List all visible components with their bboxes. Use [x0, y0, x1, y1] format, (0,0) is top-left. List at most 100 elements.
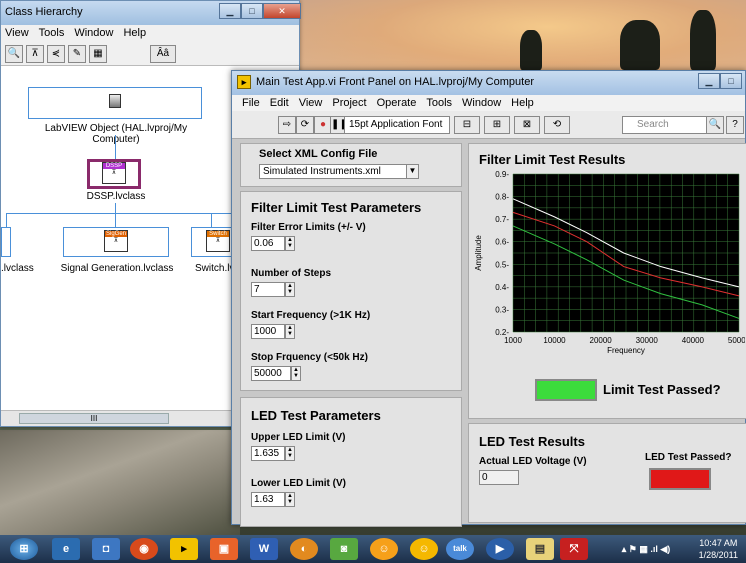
node-root[interactable]: [28, 87, 202, 119]
menu-window[interactable]: Window: [74, 27, 113, 40]
menu-help[interactable]: Help: [511, 97, 534, 109]
close-button[interactable]: ✕: [263, 3, 301, 19]
zoom-icon[interactable]: 🔍: [5, 44, 23, 63]
switch-icon-text: Switch: [207, 231, 229, 237]
presentation-icon[interactable]: ▣: [210, 538, 238, 560]
firefox-icon[interactable]: ◐: [290, 538, 318, 560]
minimize-button[interactable]: ▁: [698, 73, 720, 89]
outlook-icon[interactable]: ◘: [92, 538, 120, 560]
steps-spinner[interactable]: ▲ ▼: [285, 282, 295, 297]
tree-connector: [211, 213, 212, 227]
desktop-road: [0, 430, 240, 535]
font-select[interactable]: 15pt Application Font: [344, 116, 450, 134]
dssp-class-icon: DSSP ⊼: [102, 162, 126, 184]
y-tick-label: 0.9-: [495, 170, 509, 179]
led-results-panel: LED Test Results Actual LED Voltage (V) …: [468, 423, 746, 523]
acrobat-icon[interactable]: ⤧: [560, 538, 588, 560]
minimize-button[interactable]: ▁: [219, 3, 241, 19]
chevron-down-icon[interactable]: ▼: [406, 165, 418, 178]
menu-project[interactable]: Project: [332, 97, 366, 109]
scrollbar-thumb[interactable]: III: [19, 413, 169, 424]
steps-input[interactable]: 7: [251, 282, 285, 297]
lower-led-spinner[interactable]: ▲ ▼: [285, 492, 295, 507]
labview-object-icon: [109, 94, 121, 108]
stop-frequency-input[interactable]: 50000: [251, 366, 291, 381]
class-hierarchy-titlebar[interactable]: Class Hierarchy ▁ □ ✕: [1, 1, 301, 25]
upper-led-input[interactable]: 1.635: [251, 446, 285, 461]
filter-chart[interactable]: 0.2-0.3-0.4-0.5-0.6-0.7-0.8-0.9-1000 1000…: [469, 170, 745, 380]
clock[interactable]: 10:47 AM 1/28/2011: [699, 537, 738, 561]
redo-layout-icon[interactable]: ⋞: [47, 44, 65, 63]
menu-tools[interactable]: Tools: [39, 27, 65, 40]
config-panel: Select XML Config File Simulated Instrum…: [240, 143, 462, 187]
led-results-title: LED Test Results: [479, 434, 585, 449]
lower-led-input[interactable]: 1.63: [251, 492, 285, 507]
desktop-tree: [690, 10, 716, 70]
clock-time: 10:47 AM: [699, 538, 738, 548]
align-icon[interactable]: ⊟: [454, 116, 480, 134]
search-icon[interactable]: 🔍: [706, 116, 724, 134]
menu-view[interactable]: View: [299, 97, 323, 109]
led-voltage-label: Actual LED Voltage (V): [479, 456, 587, 467]
maximize-button[interactable]: □: [720, 73, 742, 89]
error-limit-spinner[interactable]: ▲ ▼: [285, 236, 295, 251]
sort-icon[interactable]: Ââ: [150, 44, 176, 63]
talk-icon[interactable]: talk: [446, 538, 474, 560]
distribute-icon[interactable]: ⊞: [484, 116, 510, 134]
front-panel-titlebar[interactable]: ▸ Main Test App.vi Front Panel on HAL.lv…: [232, 71, 745, 95]
start-frequency-input[interactable]: 1000: [251, 324, 285, 339]
media-player-icon[interactable]: ▶: [486, 538, 514, 560]
people-icon[interactable]: ☺: [370, 538, 398, 560]
upper-led-spinner[interactable]: ▲ ▼: [285, 446, 295, 461]
labview-icon[interactable]: ▸: [170, 538, 198, 560]
front-panel-window[interactable]: ▸ Main Test App.vi Front Panel on HAL.lv…: [231, 70, 746, 527]
app-icon[interactable]: ◙: [330, 538, 358, 560]
maximize-button[interactable]: □: [241, 3, 263, 19]
taskbar: ⊞ e ◘ ◉ ▸ ▣ W ◐ ◙ ☺ ☺ talk ▶ ▤ ⤧ ▴ ⚑ ▦ .…: [0, 535, 746, 563]
steps-label: Number of Steps: [251, 268, 332, 279]
folder-icon[interactable]: ▤: [526, 538, 554, 560]
start-frequency-spinner[interactable]: ▲ ▼: [285, 324, 295, 339]
menu-view[interactable]: View: [5, 27, 29, 40]
x-tick-label: 1000: [504, 336, 522, 345]
class-hierarchy-menubar: View Tools Window Help: [1, 25, 299, 42]
menu-tools[interactable]: Tools: [426, 97, 452, 109]
start-frequency-label: Start Frequency (>1K Hz): [251, 310, 371, 321]
reorder-icon[interactable]: ⟲: [544, 116, 570, 134]
node-left[interactable]: [1, 227, 11, 257]
node-dssp[interactable]: DSSP ⊼: [87, 159, 141, 189]
siggen-icon-text: SigGen: [105, 231, 127, 237]
window-buttons: ▁ □: [698, 73, 742, 89]
node-siggen[interactable]: SigGen ⊼: [63, 227, 169, 257]
stop-frequency-spinner[interactable]: ▲ ▼: [291, 366, 301, 381]
run-continuously-icon[interactable]: ⟳: [296, 116, 314, 134]
menu-window[interactable]: Window: [462, 97, 501, 109]
menu-edit[interactable]: Edit: [270, 97, 289, 109]
messenger-icon[interactable]: ☺: [410, 538, 438, 560]
word-icon[interactable]: W: [250, 538, 278, 560]
hierarchy-icon[interactable]: ⊼: [26, 44, 44, 63]
tree-icon[interactable]: ▦: [89, 44, 107, 63]
edit-icon[interactable]: ✎: [68, 44, 86, 63]
resize-icon[interactable]: ⊠: [514, 116, 540, 134]
system-tray[interactable]: ▴ ⚑ ▦ .ıl ◀): [606, 538, 686, 560]
clock-date: 1/28/2011: [698, 550, 738, 560]
help-icon[interactable]: ?: [726, 116, 744, 134]
labview-vi-icon: ▸: [237, 75, 251, 89]
chrome-icon[interactable]: ◉: [130, 538, 158, 560]
run-arrow-icon[interactable]: ⇨: [278, 116, 296, 134]
menu-help[interactable]: Help: [123, 27, 146, 40]
y-tick-label: 0.7-: [495, 215, 509, 224]
menu-file[interactable]: File: [242, 97, 260, 109]
internet-explorer-icon[interactable]: e: [52, 538, 80, 560]
search-input[interactable]: Search: [622, 116, 712, 134]
menu-operate[interactable]: Operate: [377, 97, 417, 109]
x-tick-label: 40000: [682, 336, 705, 345]
start-button-icon[interactable]: ⊞: [10, 538, 38, 560]
y-tick-label: 0.6-: [495, 238, 509, 247]
desktop-tree: [620, 20, 660, 70]
class-hierarchy-title: Class Hierarchy: [5, 6, 83, 18]
config-file-select[interactable]: Simulated Instruments.xml ▼: [259, 164, 419, 179]
error-limit-input[interactable]: 0.06: [251, 236, 285, 251]
led-params-panel: LED Test Parameters Upper LED Limit (V) …: [240, 397, 462, 527]
